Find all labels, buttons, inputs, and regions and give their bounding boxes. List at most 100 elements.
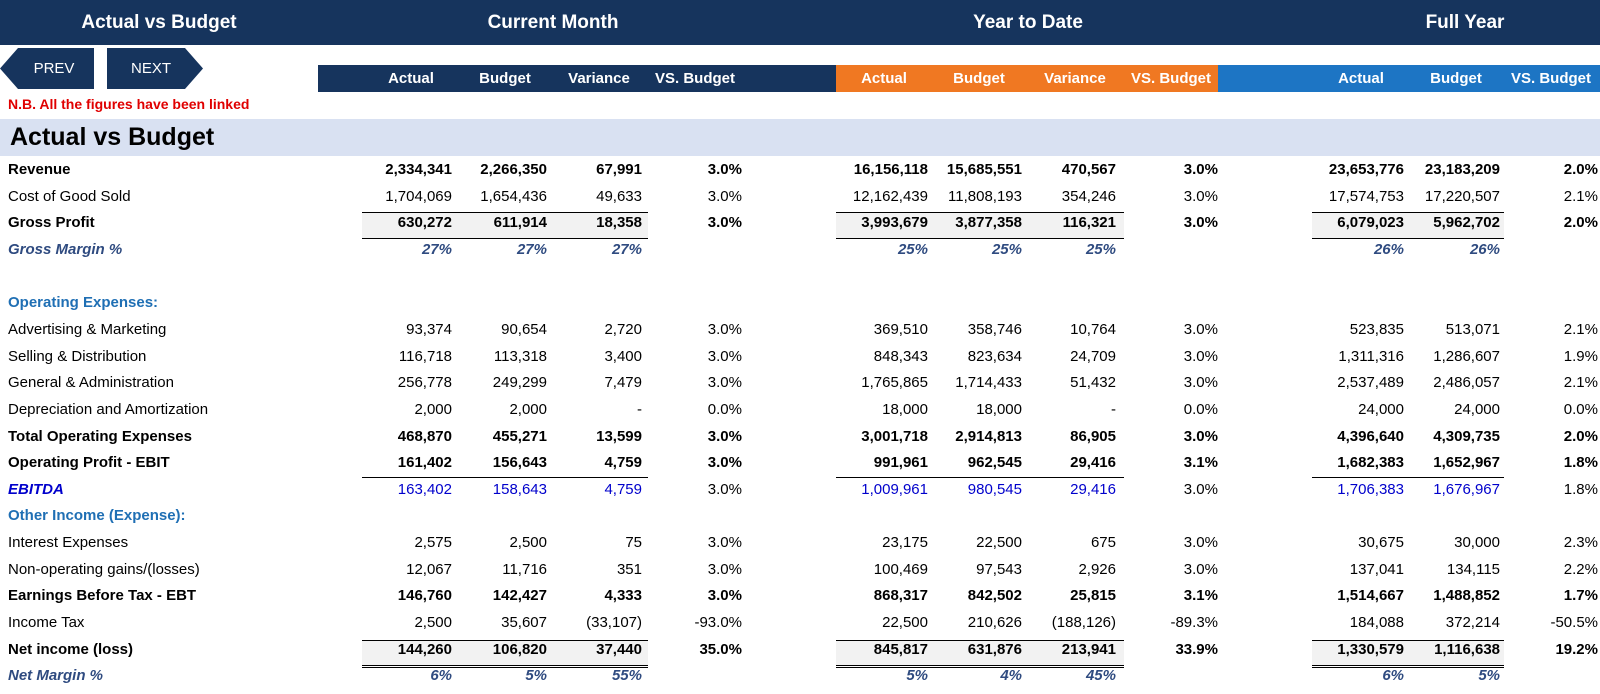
fy-vs-budget-header: VS. Budget <box>1510 70 1591 87</box>
table-cell: 845,817 <box>873 641 928 658</box>
table-cell: 22,500 <box>882 614 928 631</box>
table-cell: 1.7% <box>1563 587 1598 604</box>
table-cell: 25% <box>897 241 928 258</box>
table-cell: 113,318 <box>493 348 547 365</box>
row-label: Interest Expenses <box>8 534 129 551</box>
table-cell: 2,914,813 <box>955 428 1022 445</box>
table-cell: 1,514,667 <box>1337 587 1404 604</box>
table-cell: 3.0% <box>707 321 742 338</box>
table-cell: 4% <box>1000 667 1022 684</box>
table-cell: 7,479 <box>604 374 642 391</box>
prev-button[interactable]: PREV <box>0 48 94 89</box>
table-cell: 161,402 <box>397 454 452 471</box>
table-cell: (33,107) <box>586 614 642 631</box>
table-cell: (188,126) <box>1051 614 1116 631</box>
row-label: General & Administration <box>8 374 174 391</box>
table-cell: 1,652,967 <box>1433 454 1500 471</box>
table-cell: 1,682,383 <box>1337 454 1404 471</box>
table-cell: 354,246 <box>1061 188 1116 205</box>
table-cell: 18,000 <box>976 401 1022 418</box>
table-cell: 2,720 <box>604 321 642 338</box>
table-cell: 256,778 <box>397 374 452 391</box>
table-cell: 2,575 <box>414 534 452 551</box>
table-cell: 100,469 <box>873 561 928 578</box>
table-cell: 468,870 <box>397 428 452 445</box>
row-label: Gross Profit <box>8 214 95 231</box>
row-label: Depreciation and Amortization <box>8 401 209 418</box>
table-cell: 2,537,489 <box>1337 374 1404 391</box>
table-cell: 3.0% <box>707 188 742 205</box>
table-cell: 10,764 <box>1070 321 1116 338</box>
table-cell: 4,333 <box>604 587 642 604</box>
next-button[interactable]: NEXT <box>107 48 203 89</box>
table-cell: 17,220,507 <box>1424 188 1500 205</box>
table-cell: -50.5% <box>1550 614 1598 631</box>
linked-figures-note: N.B. All the figures have been linked <box>8 96 250 112</box>
row-label: Operating Profit - EBIT <box>8 454 170 471</box>
table-cell: 823,634 <box>967 348 1022 365</box>
table-cell: 991,961 <box>873 454 928 471</box>
table-cell: 158,643 <box>492 481 547 498</box>
table-cell: 35,607 <box>501 614 547 631</box>
cm-variance-header: Variance <box>568 70 630 87</box>
report-title: Actual vs Budget <box>81 12 237 33</box>
table-cell: 369,510 <box>873 321 928 338</box>
ytd-budget-header: Budget <box>953 70 1005 87</box>
row-label: EBITDA <box>8 481 64 498</box>
cm-actual-header: Actual <box>388 70 434 87</box>
net-income-fy-double-rule <box>1312 665 1504 668</box>
table-cell: 2,500 <box>414 614 452 631</box>
table-cell: 5,962,702 <box>1433 214 1500 231</box>
table-cell: 2.0% <box>1563 428 1598 445</box>
table-cell: 106,820 <box>492 641 547 658</box>
table-cell: 25% <box>1085 241 1116 258</box>
table-cell: 2,266,350 <box>480 161 547 178</box>
table-cell: 1,330,579 <box>1337 641 1404 658</box>
table-cell: 1,311,316 <box>1338 348 1404 365</box>
row-label: Income Tax <box>8 614 85 631</box>
table-cell: 24,000 <box>1358 401 1404 418</box>
table-cell: 630,272 <box>397 214 452 231</box>
ytd-vs-budget-header: VS. Budget <box>1130 70 1211 87</box>
table-cell: 45% <box>1085 667 1116 684</box>
table-cell: 163,402 <box>397 481 452 498</box>
table-cell: 842,502 <box>967 587 1022 604</box>
table-cell: 1,706,383 <box>1337 481 1404 498</box>
table-cell: 3.0% <box>707 561 742 578</box>
table-cell: 16,156,118 <box>853 161 928 178</box>
table-cell: 2,926 <box>1078 561 1116 578</box>
table-cell: 2.1% <box>1563 374 1598 391</box>
table-cell: 1,009,961 <box>861 481 928 498</box>
table-cell: 12,067 <box>406 561 452 578</box>
net-income-ytd-double-rule <box>836 665 1124 668</box>
table-cell: 1,286,607 <box>1433 348 1500 365</box>
table-cell: 868,317 <box>873 587 928 604</box>
table-cell: - <box>637 401 642 418</box>
table-cell: 3.0% <box>707 348 742 365</box>
table-cell: 3.0% <box>1183 534 1218 551</box>
table-cell: 23,183,209 <box>1424 161 1500 178</box>
table-cell: 26% <box>1469 241 1500 258</box>
row-label: Non-operating gains/(losses) <box>8 561 200 578</box>
table-cell: -93.0% <box>694 614 742 631</box>
gross-profit-cm-bottom-rule <box>362 238 648 239</box>
table-cell: 18,358 <box>596 214 642 231</box>
row-label: Selling & Distribution <box>8 348 147 365</box>
table-cell: 75 <box>625 534 642 551</box>
table-cell: - <box>1111 401 1116 418</box>
table-cell: 3.0% <box>707 374 742 391</box>
table-cell: -89.3% <box>1170 614 1218 631</box>
table-cell: 6,079,023 <box>1337 214 1404 231</box>
table-cell: 2,334,341 <box>385 161 452 178</box>
table-cell: 5% <box>525 667 547 684</box>
table-cell: 631,876 <box>967 641 1022 658</box>
fy-actual-header: Actual <box>1338 70 1384 87</box>
table-cell: 156,643 <box>492 454 547 471</box>
table-cell: 1.9% <box>1563 348 1598 365</box>
table-cell: 980,545 <box>967 481 1022 498</box>
table-cell: 4,309,735 <box>1433 428 1500 445</box>
table-cell: 2.1% <box>1563 188 1598 205</box>
table-cell: 51,432 <box>1070 374 1116 391</box>
table-cell: 1,676,967 <box>1433 481 1500 498</box>
table-cell: 184,088 <box>1349 614 1404 631</box>
